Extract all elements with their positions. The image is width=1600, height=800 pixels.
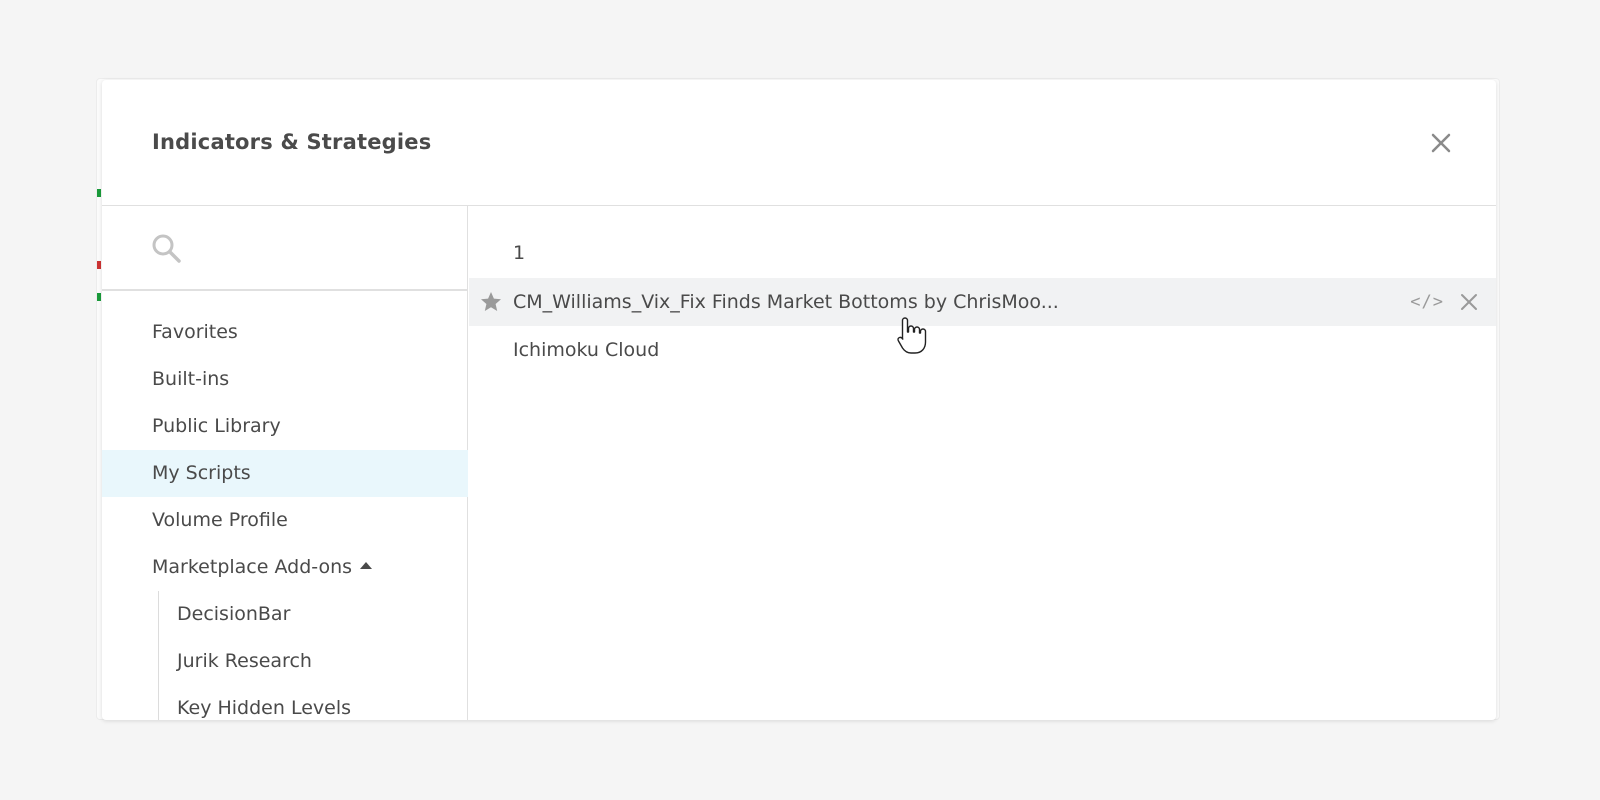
close-button[interactable]	[1424, 126, 1458, 160]
chart-tick	[97, 189, 101, 197]
category-nav: Favorites Built-ins Public Library My Sc…	[102, 309, 468, 720]
script-name: CM_Williams_Vix_Fix Finds Market Bottoms…	[513, 291, 1059, 313]
sidebar: Favorites Built-ins Public Library My Sc…	[102, 206, 468, 720]
sidebar-item-volume-profile[interactable]: Volume Profile	[102, 497, 468, 544]
script-name: Ichimoku Cloud	[513, 339, 660, 361]
sidebar-item-label: Marketplace Add-ons	[152, 556, 353, 578]
sidebar-item-public-library[interactable]: Public Library	[102, 403, 468, 450]
list-item[interactable]: CM_Williams_Vix_Fix Finds Market Bottoms…	[469, 278, 1496, 326]
source-code-button[interactable]: </>	[1410, 278, 1444, 326]
search-box	[102, 206, 468, 291]
dialog-header: Indicators & Strategies	[102, 80, 1496, 206]
search-icon	[152, 234, 181, 263]
caret-up-icon	[360, 562, 373, 569]
close-icon[interactable]	[1460, 293, 1478, 311]
hand-cursor-icon	[897, 317, 927, 354]
sidebar-item-my-scripts[interactable]: My Scripts	[102, 450, 468, 497]
search-input[interactable]	[192, 226, 452, 270]
chart-tick	[97, 293, 101, 301]
star-icon[interactable]	[479, 290, 503, 314]
group-header: 1	[513, 242, 526, 264]
sidebar-item-marketplace-add-ons[interactable]: Marketplace Add-ons	[102, 544, 468, 591]
list-item[interactable]: Ichimoku Cloud	[469, 326, 1496, 374]
marketplace-subnav: DecisionBar Jurik Research Key Hidden Le…	[158, 591, 468, 720]
close-icon	[1431, 133, 1451, 153]
sidebar-item-favorites[interactable]: Favorites	[102, 309, 468, 356]
dialog-title: Indicators & Strategies	[152, 130, 432, 154]
sidebar-subitem-jurik-research[interactable]: Jurik Research	[159, 638, 468, 685]
chart-tick	[97, 261, 101, 269]
script-list: 1 CM_Williams_Vix_Fix Finds Market Botto…	[469, 206, 1496, 720]
indicators-dialog: Indicators & Strategies Favorites Built-…	[102, 80, 1496, 720]
sidebar-subitem-key-hidden-levels[interactable]: Key Hidden Levels	[159, 685, 468, 720]
sidebar-subitem-decisionbar[interactable]: DecisionBar	[159, 591, 468, 638]
sidebar-item-built-ins[interactable]: Built-ins	[102, 356, 468, 403]
